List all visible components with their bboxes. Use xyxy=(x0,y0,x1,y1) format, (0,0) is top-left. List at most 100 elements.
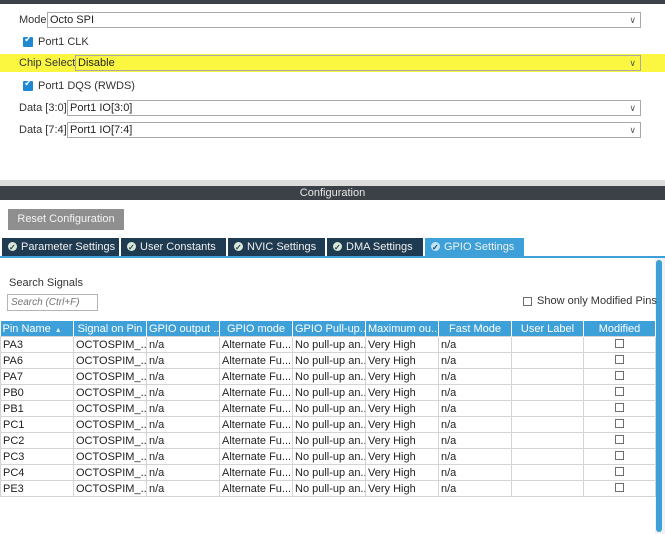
table-row[interactable]: PA6 OCTOSPIM_... n/a Alternate Fu... No pull… xyxy=(0,352,656,369)
show-modified-pins-toggle[interactable]: Show only Modified Pins xyxy=(523,294,657,308)
column-header-label: Pin Name xyxy=(2,322,51,335)
gpio-pull-cell: No pull-up an... xyxy=(292,432,366,449)
data-7-4-select[interactable]: Port1 IO[7:4] ∨ xyxy=(67,122,641,138)
user-label-cell[interactable] xyxy=(511,416,584,433)
column-header-gpio-mode[interactable]: GPIO mode xyxy=(219,321,293,337)
pin-name-cell: PB1 xyxy=(0,400,74,417)
modified-checkbox[interactable] xyxy=(615,370,624,380)
pin-name-cell: PC3 xyxy=(0,448,74,465)
user-label-cell[interactable] xyxy=(511,336,584,353)
chip-select-select[interactable]: Disable ∨ xyxy=(75,55,641,71)
gpio-pull-cell: No pull-up an... xyxy=(292,464,366,481)
tab-label: DMA Settings xyxy=(346,241,413,253)
tab-gpio-settings[interactable]: GPIO Settings xyxy=(425,238,524,257)
user-label-cell[interactable] xyxy=(511,352,584,369)
column-header-max-output-speed[interactable]: Maximum ou... xyxy=(365,321,439,337)
table-header-row: Pin Name ▲ Signal on Pin GPIO output ... … xyxy=(0,321,656,337)
signal-cell: OCTOSPIM_... xyxy=(73,384,147,401)
data-7-4-row: Data [7:4] xyxy=(0,121,67,139)
pin-name-cell: PB0 xyxy=(0,384,74,401)
user-label-cell[interactable] xyxy=(511,448,584,465)
tab-dma-settings[interactable]: DMA Settings xyxy=(327,238,423,257)
modified-checkbox[interactable] xyxy=(615,482,624,492)
data-7-4-value: Port1 IO[7:4] xyxy=(70,124,133,136)
modified-checkbox[interactable] xyxy=(615,386,624,396)
gpio-mode-cell: Alternate Fu... xyxy=(219,480,293,497)
column-header-pin-name[interactable]: Pin Name ▲ xyxy=(0,321,74,337)
pin-name-cell: PA3 xyxy=(0,336,74,353)
table-row[interactable]: PA7 OCTOSPIM_... n/a Alternate Fu... No pull… xyxy=(0,368,656,385)
gpio-pull-cell: No pull-up an... xyxy=(292,368,366,385)
gpio-output-cell: n/a xyxy=(146,400,220,417)
pin-name-cell: PA7 xyxy=(0,368,74,385)
table-row[interactable]: PC2 OCTOSPIM_... n/a Alternate Fu... No pull… xyxy=(0,432,656,449)
tab-label: NVIC Settings xyxy=(247,241,317,253)
mode-row: Mode xyxy=(0,11,47,29)
port1-clk-checkbox[interactable] xyxy=(23,34,33,47)
modified-cell xyxy=(583,368,656,385)
table-row[interactable]: PB1 OCTOSPIM_... n/a Alternate Fu... No pull… xyxy=(0,400,656,417)
modified-checkbox[interactable] xyxy=(615,434,624,444)
reset-configuration-button[interactable]: Reset Configuration xyxy=(8,209,124,230)
tab-parameter-settings[interactable]: Parameter Settings xyxy=(2,238,119,257)
search-signals-input[interactable] xyxy=(7,294,98,311)
table-row[interactable]: PC3 OCTOSPIM_... n/a Alternate Fu... No pull… xyxy=(0,448,656,465)
max-speed-cell: Very High xyxy=(365,480,439,497)
chip-select-label: Chip Select xyxy=(19,57,76,69)
user-label-cell[interactable] xyxy=(511,480,584,497)
chip-select-value: Disable xyxy=(78,57,115,69)
modified-checkbox[interactable] xyxy=(615,418,624,428)
modified-checkbox[interactable] xyxy=(615,466,624,476)
column-header-fast-mode[interactable]: Fast Mode xyxy=(438,321,512,337)
signal-cell: OCTOSPIM_... xyxy=(73,432,147,449)
fast-mode-cell: n/a xyxy=(438,352,512,369)
fast-mode-cell: n/a xyxy=(438,384,512,401)
modified-checkbox[interactable] xyxy=(615,354,624,364)
fast-mode-cell: n/a xyxy=(438,432,512,449)
column-header-signal[interactable]: Signal on Pin xyxy=(73,321,147,337)
max-speed-cell: Very High xyxy=(365,432,439,449)
user-label-cell[interactable] xyxy=(511,400,584,417)
tab-label: User Constants xyxy=(140,241,216,253)
column-header-user-label[interactable]: User Label xyxy=(511,321,584,337)
column-header-gpio-output[interactable]: GPIO output ... xyxy=(146,321,220,337)
mode-value: Octo SPI xyxy=(50,14,95,26)
check-circle-icon xyxy=(8,239,17,257)
table-row[interactable]: PC1 OCTOSPIM_... n/a Alternate Fu... No pull… xyxy=(0,416,656,433)
max-speed-cell: Very High xyxy=(365,464,439,481)
tab-nvic-settings[interactable]: NVIC Settings xyxy=(228,238,325,257)
modified-checkbox[interactable] xyxy=(615,450,624,460)
port1-clk-row[interactable]: Port1 CLK xyxy=(0,33,89,51)
gpio-pull-cell: No pull-up an... xyxy=(292,352,366,369)
mode-select[interactable]: Octo SPI ∨ xyxy=(47,12,641,28)
tab-user-constants[interactable]: User Constants xyxy=(121,238,226,257)
user-label-cell[interactable] xyxy=(511,368,584,385)
gpio-mode-cell: Alternate Fu... xyxy=(219,416,293,433)
user-label-cell[interactable] xyxy=(511,384,584,401)
data-3-0-select[interactable]: Port1 IO[3:0] ∨ xyxy=(67,100,641,116)
fast-mode-cell: n/a xyxy=(438,400,512,417)
check-circle-icon xyxy=(127,239,136,257)
show-modified-checkbox[interactable] xyxy=(523,296,532,306)
gpio-output-cell: n/a xyxy=(146,336,220,353)
tab-label: Parameter Settings xyxy=(21,241,116,253)
pin-name-cell: PC4 xyxy=(0,464,74,481)
gpio-pull-cell: No pull-up an... xyxy=(292,384,366,401)
gpio-mode-cell: Alternate Fu... xyxy=(219,448,293,465)
user-label-cell[interactable] xyxy=(511,432,584,449)
port1-dqs-row[interactable]: Port1 DQS (RWDS) xyxy=(0,77,135,95)
user-label-cell[interactable] xyxy=(511,464,584,481)
column-header-modified[interactable]: Modified xyxy=(583,321,656,337)
modified-checkbox[interactable] xyxy=(615,338,624,348)
port1-dqs-checkbox[interactable] xyxy=(23,78,33,91)
column-header-gpio-pull[interactable]: GPIO Pull-up... xyxy=(292,321,366,337)
modified-cell xyxy=(583,336,656,353)
table-row[interactable]: PE3 OCTOSPIM_... n/a Alternate Fu... No pull… xyxy=(0,480,656,497)
table-row[interactable]: PA3 OCTOSPIM_... n/a Alternate Fu... No pull… xyxy=(0,336,656,353)
gpio-pull-cell: No pull-up an... xyxy=(292,336,366,353)
modified-checkbox[interactable] xyxy=(615,402,624,412)
gpio-output-cell: n/a xyxy=(146,480,220,497)
table-row[interactable]: PB0 OCTOSPIM_... n/a Alternate Fu... No pull… xyxy=(0,384,656,401)
check-circle-icon xyxy=(234,239,243,257)
table-row[interactable]: PC4 OCTOSPIM_... n/a Alternate Fu... No pull… xyxy=(0,464,656,481)
